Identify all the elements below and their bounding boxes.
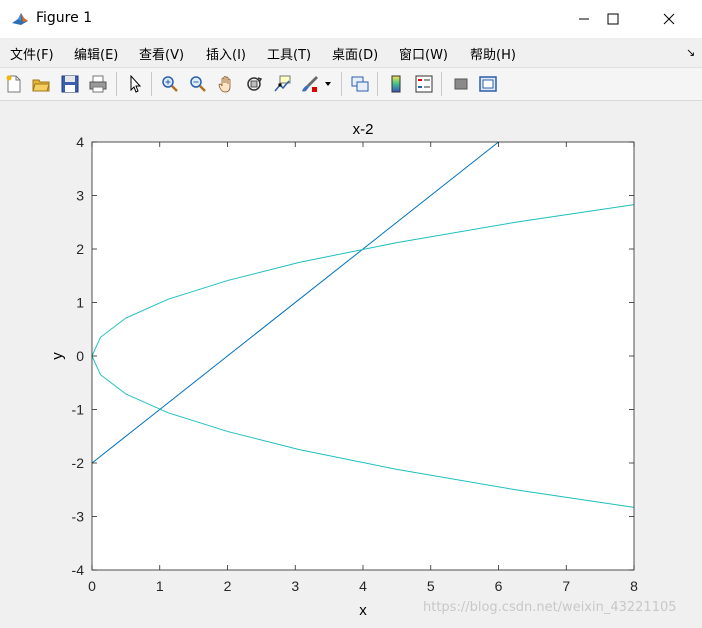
plot-svg: 0 1 2 3 4 5 6 7 8 4 3 2 1 0 -1 -2 -3 -4 x-2 x y (49, 121, 638, 619)
y-tick-label: -4 (72, 562, 85, 578)
pan-hand-icon (218, 76, 231, 93)
y-tick-label: 2 (76, 241, 84, 257)
menu-window[interactable]: 窗口(W) (399, 44, 448, 63)
minimize-icon (579, 18, 589, 20)
x-tick-label: 0 (88, 578, 96, 594)
watermark-text: https://blog.csdn.net/weixin_43221105 (423, 600, 677, 615)
y-tick-label: -3 (72, 509, 85, 525)
figure-toolbar (0, 68, 702, 101)
y-tick-label: -1 (72, 402, 85, 418)
x-tick-label: 8 (630, 578, 638, 594)
maximize-button[interactable] (590, 0, 636, 38)
pan-button[interactable] (215, 73, 237, 95)
menu-view[interactable]: 查看(V) (139, 44, 184, 63)
link-plot-icon (351, 76, 369, 92)
colorbar-icon (391, 75, 401, 93)
y-tick-label: 4 (76, 134, 84, 150)
brush-dropdown-icon (325, 82, 331, 86)
menu-overflow-arrow-icon[interactable]: ↘ (686, 46, 695, 59)
x-tick-label: 4 (359, 578, 367, 594)
print-button[interactable] (87, 73, 109, 95)
x-tick-label: 6 (495, 578, 503, 594)
link-plot-button[interactable] (349, 73, 371, 95)
pointer-icon (130, 75, 142, 93)
show-plot-tools-icon (479, 76, 497, 92)
x-tick-label: 1 (156, 578, 164, 594)
zoom-out-icon (190, 76, 206, 92)
figure-canvas: 0 1 2 3 4 5 6 7 8 4 3 2 1 0 -1 -2 -3 -4 x-2 x y (0, 101, 702, 628)
legend-icon (415, 75, 433, 93)
data-cursor-button[interactable] (271, 73, 293, 95)
axes-area[interactable] (92, 142, 634, 570)
menu-insert[interactable]: 插入(I) (206, 44, 246, 63)
x-tick-label: 7 (562, 578, 570, 594)
menu-edit[interactable]: 编辑(E) (74, 44, 118, 63)
hide-plot-tools-icon (454, 78, 468, 90)
toolbar-separator (341, 72, 342, 96)
brush-dropdown-button[interactable] (322, 73, 334, 95)
brush-icon (302, 76, 318, 92)
toolbar-separator (377, 72, 378, 96)
rotate-3d-button[interactable] (243, 73, 265, 95)
open-file-icon (32, 79, 50, 92)
toolbar-separator (151, 72, 152, 96)
y-tick-label: 1 (76, 295, 84, 311)
zoom-out-button[interactable] (187, 73, 209, 95)
zoom-in-button[interactable] (159, 73, 181, 95)
colorbar-button[interactable] (385, 73, 407, 95)
maximize-icon (607, 13, 619, 25)
zoom-in-icon (162, 76, 178, 92)
menu-tools[interactable]: 工具(T) (267, 44, 311, 63)
chart-title: x-2 (353, 121, 374, 138)
y-tick-label: 0 (76, 348, 84, 364)
rotate-3d-icon (247, 77, 263, 91)
close-button[interactable] (646, 0, 692, 38)
window-title: Figure 1 (36, 10, 93, 26)
menu-bar: 文件(F) 编辑(E) 查看(V) 插入(I) 工具(T) 桌面(D) 窗口(W… (0, 38, 702, 68)
save-button[interactable] (59, 73, 81, 95)
toolbar-separator (116, 72, 117, 96)
x-tick-label: 5 (427, 578, 435, 594)
brush-button[interactable] (299, 73, 321, 95)
y-tick-label: -2 (72, 455, 85, 471)
new-figure-button[interactable] (3, 73, 25, 95)
data-cursor-icon (274, 75, 291, 92)
menu-desktop[interactable]: 桌面(D) (332, 44, 378, 63)
legend-button[interactable] (413, 73, 435, 95)
menu-file[interactable]: 文件(F) (10, 44, 54, 63)
show-plot-tools-button[interactable] (477, 73, 499, 95)
y-tick-label: 3 (76, 188, 84, 204)
hide-plot-tools-button[interactable] (450, 73, 472, 95)
open-file-button[interactable] (30, 73, 52, 95)
toolbar-separator (441, 72, 442, 96)
x-tick-label: 3 (291, 578, 299, 594)
y-axis-label: y (49, 352, 66, 360)
x-tick-label: 2 (224, 578, 232, 594)
pointer-button[interactable] (124, 73, 146, 95)
print-icon (89, 75, 107, 93)
x-axis-label: x (359, 602, 367, 619)
matlab-logo-icon (10, 9, 30, 29)
close-icon (663, 13, 675, 25)
new-figure-icon (6, 75, 21, 93)
menu-help[interactable]: 帮助(H) (470, 44, 516, 63)
title-bar: Figure 1 (0, 0, 702, 38)
save-icon (61, 75, 79, 93)
